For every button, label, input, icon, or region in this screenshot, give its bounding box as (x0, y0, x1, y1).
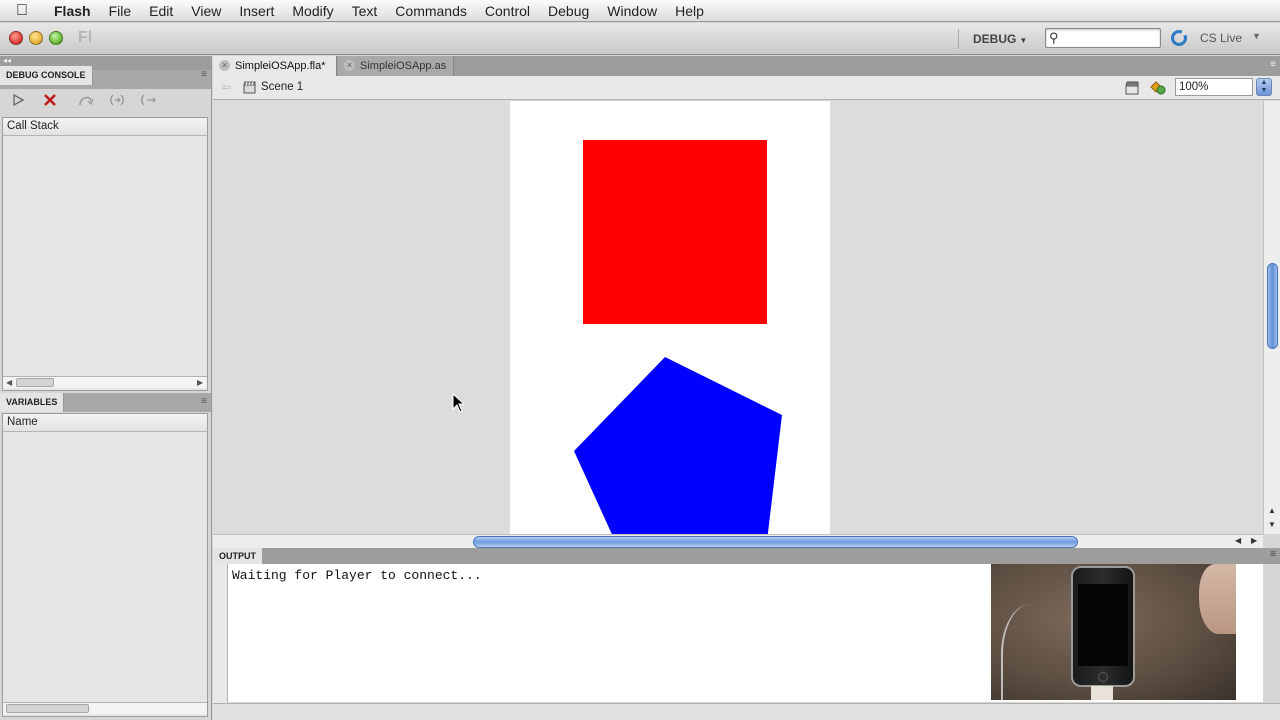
menu-window[interactable]: Window (598, 0, 666, 22)
usb-cable (1001, 604, 1061, 700)
scroll-up-arrow-icon[interactable]: ▲ (1268, 506, 1276, 515)
scene-icon (243, 81, 256, 94)
back-arrow-icon[interactable]: ⇦ (221, 80, 231, 94)
blue-pentagon[interactable] (574, 357, 782, 534)
menu-insert[interactable]: Insert (230, 0, 283, 22)
menu-text[interactable]: Text (343, 0, 387, 22)
scroll-down-arrow-icon[interactable]: ▼ (1268, 520, 1276, 529)
chevron-down-icon: ▼ (1019, 36, 1028, 45)
document-tab-bar: × SimpleiOSApp.fla* × SimpleiOSApp.as ≡ (213, 56, 1280, 76)
menu-debug[interactable]: Debug (539, 0, 598, 22)
scene-label[interactable]: Scene 1 (261, 81, 303, 93)
menu-edit[interactable]: Edit (140, 0, 182, 22)
close-tab-icon[interactable]: × (344, 60, 355, 71)
debug-panels: ◂◂ DEBUG CONSOLE ≡ Call Stack ◀ ▶ VARIAB… (0, 56, 212, 720)
cs-live-label[interactable]: CS Live (1200, 31, 1242, 45)
home-button-icon (1098, 672, 1108, 682)
zoom-dropdown-button[interactable]: ▲ ▼ (1256, 78, 1272, 96)
stage[interactable] (510, 101, 830, 534)
scroll-right-arrow-icon[interactable]: ▶ (1251, 536, 1257, 545)
scroll-thumb[interactable] (1267, 263, 1278, 349)
menu-view[interactable]: View (182, 0, 230, 22)
help-search-input[interactable]: ⚲ (1045, 28, 1161, 48)
output-tab-bar: OUTPUT ≡ (213, 548, 1280, 564)
collapse-arrows-icon[interactable]: ◂◂ (3, 56, 11, 65)
iphone-device (1071, 566, 1135, 687)
variables-hscroll[interactable] (3, 702, 207, 714)
apple-icon[interactable]:  (0, 2, 44, 20)
step-in-icon[interactable] (108, 91, 126, 109)
workspace-label: DEBUG (973, 32, 1017, 46)
red-square[interactable] (583, 140, 767, 324)
search-icon: ⚲ (1049, 30, 1059, 45)
panel-menu-icon[interactable]: ≡ (1270, 59, 1276, 70)
flash-logo: Fl (78, 29, 93, 46)
edit-symbols-icon[interactable] (1150, 80, 1166, 96)
end-debug-session-icon[interactable] (41, 91, 59, 109)
mouse-pointer-icon (452, 393, 466, 413)
zoom-window-button[interactable] (49, 31, 63, 45)
stage-vscroll[interactable]: ▲ ▼ (1263, 101, 1280, 534)
call-stack-hscroll[interactable]: ◀ ▶ (3, 376, 207, 388)
menu-bar:  Flash File Edit View Insert Modify Tex… (0, 0, 1280, 22)
stage-hscroll[interactable]: ◀ ▶ (213, 534, 1263, 548)
output-gutter (213, 564, 227, 703)
variables-name-header[interactable]: Name (3, 414, 207, 432)
scroll-left-arrow-icon[interactable]: ◀ (1235, 536, 1241, 545)
edit-scene-icon[interactable] (1124, 80, 1140, 96)
output-tab[interactable]: OUTPUT (213, 548, 262, 564)
step-over-icon[interactable] (77, 91, 95, 109)
minimize-window-button[interactable] (29, 31, 43, 45)
debug-console-tab[interactable]: DEBUG CONSOLE (0, 66, 93, 85)
scroll-thumb[interactable] (6, 704, 89, 713)
panel-menu-icon[interactable]: ≡ (1270, 549, 1276, 560)
output-hscroll[interactable] (213, 703, 1280, 720)
call-stack-list[interactable]: Call Stack ◀ ▶ (2, 117, 208, 391)
stage-canvas[interactable] (510, 101, 830, 534)
scroll-thumb[interactable] (473, 536, 1078, 548)
tab-simpleiosapp-fla[interactable]: × SimpleiOSApp.fla* (213, 56, 337, 76)
scroll-left-arrow-icon[interactable]: ◀ (6, 378, 12, 387)
scroll-right-arrow-icon[interactable]: ▶ (197, 378, 203, 387)
chevron-down-icon[interactable]: ▼ (1252, 31, 1261, 41)
menu-control[interactable]: Control (476, 0, 539, 22)
stage-pasteboard[interactable] (213, 101, 1263, 534)
device-camera-video (991, 564, 1236, 700)
application-bar: Fl DEBUG ▼ ⚲ CS Live ▼ (0, 23, 1280, 55)
step-out-icon[interactable] (139, 91, 157, 109)
tab-label: SimpleiOSApp.as (360, 60, 447, 72)
hand (1199, 564, 1236, 634)
menu-modify[interactable]: Modify (283, 0, 342, 22)
variables-tab[interactable]: VARIABLES (0, 393, 65, 412)
dock-connector (1091, 686, 1113, 700)
tab-label: SimpleiOSApp.fla* (235, 60, 326, 72)
device-screen (1078, 584, 1128, 666)
continue-icon[interactable] (9, 91, 27, 109)
close-window-button[interactable] (9, 31, 23, 45)
scroll-thumb[interactable] (16, 378, 54, 387)
cs-live-icon[interactable] (1170, 29, 1188, 47)
tab-simpleiosapp-as[interactable]: × SimpleiOSApp.as (338, 56, 454, 76)
menu-help[interactable]: Help (666, 0, 713, 22)
menu-commands[interactable]: Commands (386, 0, 476, 22)
close-tab-icon[interactable]: × (219, 60, 230, 71)
variables-list[interactable]: Name (2, 413, 208, 717)
output-text: Waiting for Player to connect... (232, 568, 482, 583)
menu-app-name[interactable]: Flash (44, 0, 100, 22)
menu-file[interactable]: File (100, 0, 141, 22)
edit-bar: ⇦ Scene 1 100% ▲ ▼ (213, 76, 1280, 100)
panel-menu-icon[interactable]: ≡ (201, 69, 207, 80)
workspace-switcher[interactable]: DEBUG ▼ (958, 29, 1035, 49)
call-stack-header[interactable]: Call Stack (3, 118, 207, 136)
zoom-input[interactable]: 100% (1175, 78, 1253, 96)
panel-menu-icon[interactable]: ≡ (201, 396, 207, 407)
